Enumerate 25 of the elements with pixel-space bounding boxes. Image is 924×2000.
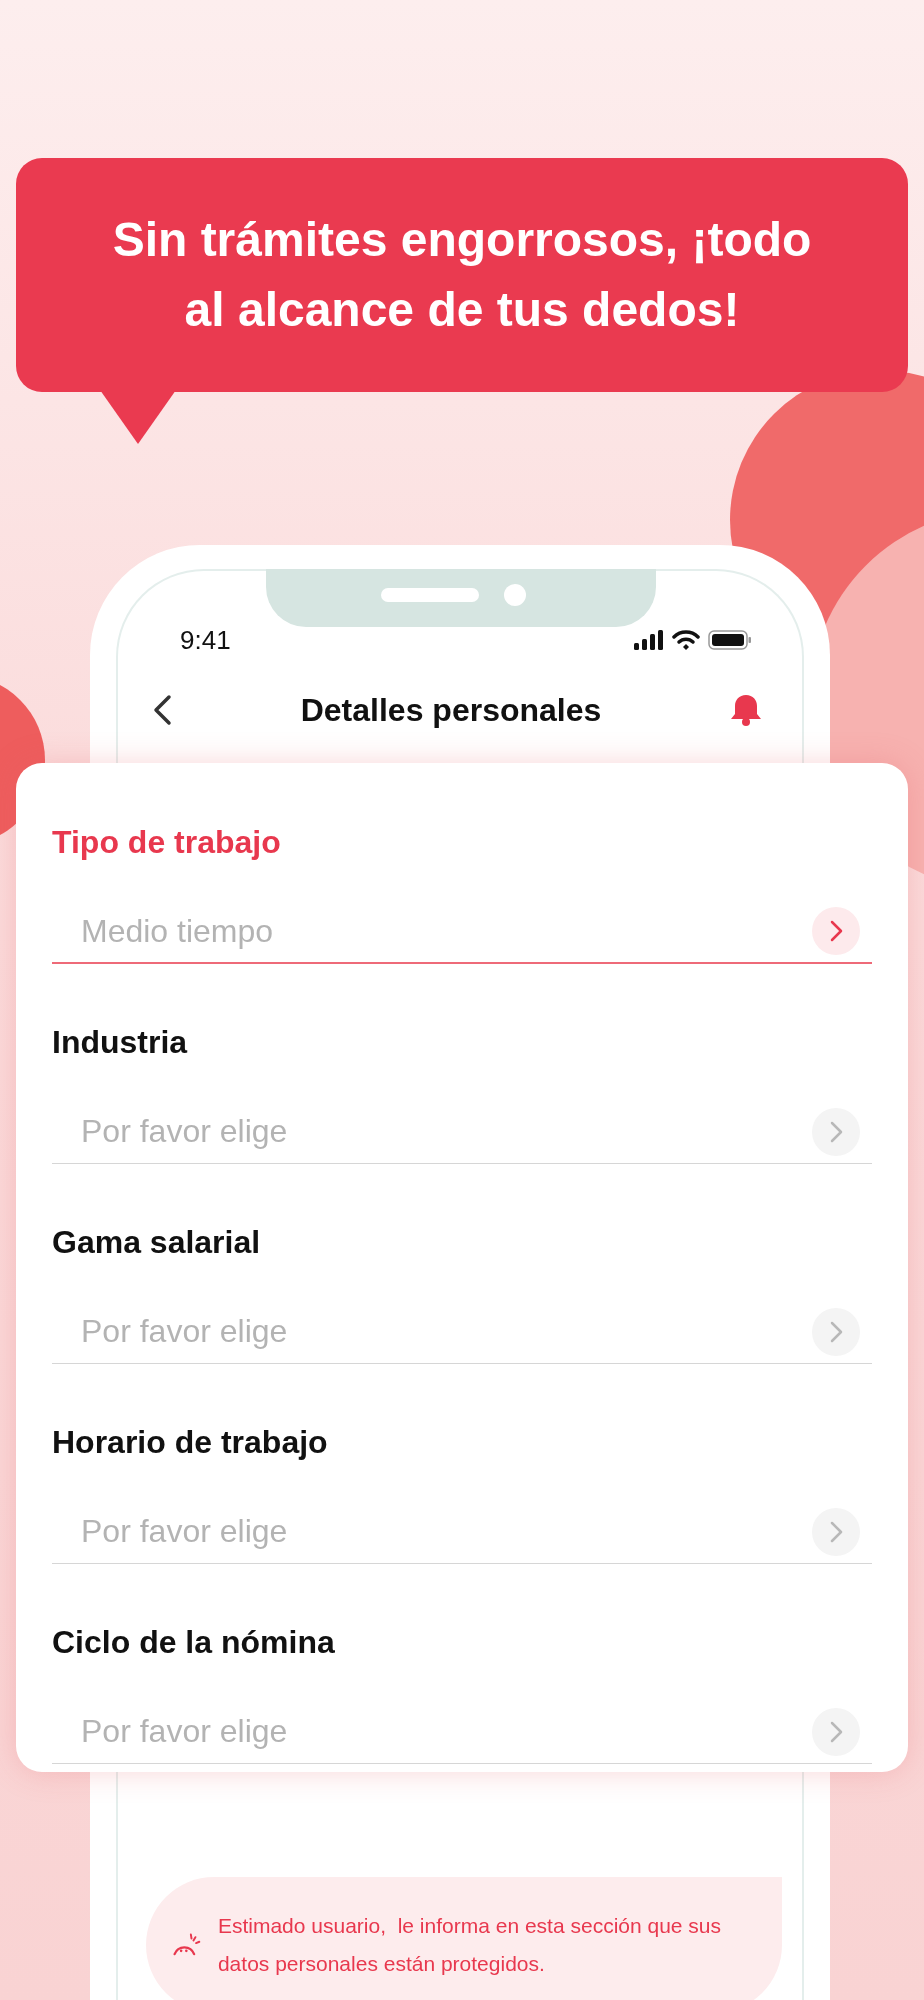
headline: Sin trámites engorrosos, ¡todo al alcance de tus dedos! [111, 212, 813, 338]
select-field[interactable]: Por favor elige [52, 1100, 872, 1164]
wifi-icon [672, 630, 700, 650]
chevron-icon [812, 1107, 860, 1156]
bell-icon[interactable] [730, 693, 762, 727]
back-icon[interactable] [152, 694, 172, 726]
field-label: Tipo de trabajo [52, 823, 281, 862]
screen-title: Detalles personales [300, 691, 602, 729]
select-field[interactable]: Por favor elige [52, 1300, 872, 1364]
select-field[interactable]: Por favor elige [52, 1500, 872, 1564]
field-label: Industria [52, 1023, 188, 1062]
camera-icon [504, 584, 526, 606]
signal-icon [634, 630, 664, 650]
status-time: 9:41 [180, 625, 231, 655]
chevron-icon [812, 1707, 860, 1756]
field-label: Gama salarial [52, 1223, 261, 1262]
chevron-icon [812, 907, 860, 955]
select-field[interactable]: Medio tiempo [52, 900, 872, 964]
chevron-icon [812, 1307, 860, 1356]
battery-icon [708, 630, 752, 650]
select-field[interactable]: Por favor elige [52, 1700, 872, 1764]
field-label: Ciclo de la nómina [52, 1623, 335, 1662]
notice-text: Estimado usuario, le informa en esta sección que sus datos personales están protegidos. [217, 1913, 723, 1977]
field-label: Horario de trabajo [52, 1423, 328, 1462]
chevron-icon [812, 1507, 860, 1556]
